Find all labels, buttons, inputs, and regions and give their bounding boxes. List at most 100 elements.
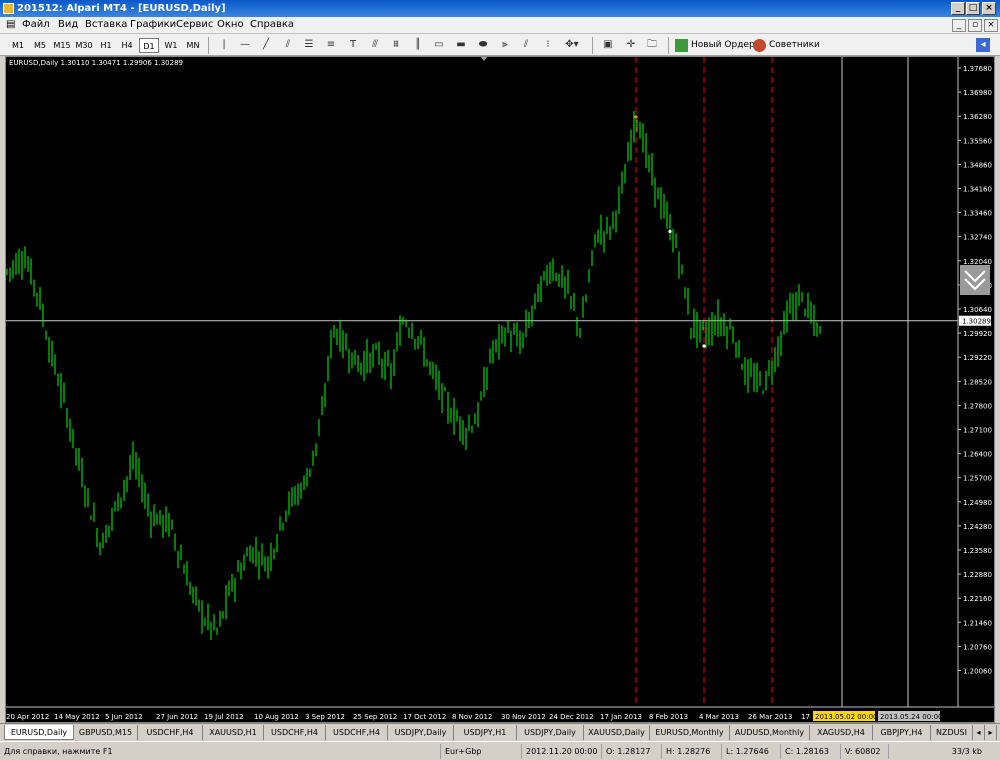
rectangle-outline-icon[interactable]: ▭	[432, 38, 446, 52]
price-tick-label: 1.32740	[963, 234, 992, 242]
grid-icon[interactable]: ☰	[302, 38, 316, 52]
tab-chart[interactable]: AUDUSD,Monthly	[730, 725, 810, 740]
menu-window[interactable]: Окно	[217, 19, 244, 30]
menu-help[interactable]: Справка	[250, 19, 294, 30]
order-marker	[702, 344, 706, 348]
tab-chart[interactable]: XAGUSD,H4	[810, 725, 873, 740]
date-tick-label: 25 Sep 2012	[353, 713, 397, 721]
close-button[interactable]: ×	[982, 2, 996, 15]
window-title-bar: 201512: Alpari MT4 - [EURUSD,Daily] _ □ …	[0, 0, 1000, 17]
timeframe-mn[interactable]: MN	[183, 38, 203, 53]
mdi-restore-button[interactable]: ▫	[968, 19, 982, 32]
fibo-channel-icon[interactable]: ⫽	[519, 38, 533, 52]
price-tick-label: 1.32040	[963, 258, 992, 266]
symbol-info: EURUSD,Daily 1.30110 1.30471 1.29906 1.3…	[9, 59, 183, 67]
tab-chart[interactable]: USDCHF,H4	[138, 725, 203, 740]
timeframe-w1[interactable]: W1	[161, 38, 181, 53]
tab-chart[interactable]: USDJPY,Daily	[517, 725, 584, 740]
toolbar-separator	[592, 37, 593, 54]
new-order-label: Новый Ордер	[691, 40, 755, 50]
status-bar: Для справки, нажмите F1 Eur+Gbp 2012.11.…	[0, 741, 1000, 760]
menu-bar: ▤ Файл Вид Вставка Графики Сервис Окно С…	[0, 17, 1000, 34]
price-tick-label: 1.37680	[963, 65, 992, 73]
text-icon[interactable]: T	[346, 38, 360, 52]
status-low: L: 1.27646	[721, 744, 769, 759]
menu-insert[interactable]: Вставка	[85, 19, 127, 30]
price-tick-label: 1.20060	[963, 668, 992, 676]
tab-chart[interactable]: EURUSD,Monthly	[650, 725, 730, 740]
tab-chart[interactable]: XAUUSD,H1	[203, 725, 264, 740]
price-tick-label: 1.20760	[963, 643, 992, 651]
date-tick-label: 17 Oct 2012	[403, 713, 446, 721]
date-tick-label: 27 Jun 2012	[156, 713, 198, 721]
date-tick-label: 3 Sep 2012	[305, 713, 345, 721]
date-tick-label: 10 Aug 2012	[254, 713, 299, 721]
date-tick-label: 24 Dec 2012	[549, 713, 594, 721]
date-tick-label: 8 Nov 2012	[452, 713, 492, 721]
timeframe-d1[interactable]: D1	[139, 38, 159, 53]
mdi-minimize-button[interactable]: _	[952, 19, 966, 32]
equidistant-channel-icon[interactable]: ≡	[324, 38, 338, 52]
menu-charts[interactable]: Графики	[130, 19, 176, 30]
timeframe-h4[interactable]: H4	[117, 38, 137, 53]
tab-chart[interactable]: NZDUSI	[931, 725, 973, 740]
window-toggle-icon[interactable]: ◂	[976, 38, 990, 52]
timeframe-m30[interactable]: M30	[74, 38, 94, 53]
toolbar: M1 M5 M15 M30 H1 H4 D1 W1 MN | — ╱ ⫽ ☰ ≡…	[0, 34, 1000, 56]
tab-scroll-right-icon[interactable]: ▸	[985, 725, 997, 740]
timeframe-m15[interactable]: M15	[52, 38, 72, 53]
date-tick-label: 17 Jan 2013	[600, 713, 642, 721]
chart-window-icon[interactable]: ▣	[601, 38, 615, 52]
tab-chart[interactable]: XAUUSD,Daily	[584, 725, 650, 740]
timeframe-m1[interactable]: M1	[8, 38, 28, 53]
date-tick-label: 14 May 2012	[54, 713, 100, 721]
cursor-icon[interactable]: |	[217, 38, 231, 52]
timeframe-m5[interactable]: M5	[30, 38, 50, 53]
price-chart[interactable]: 1.37680 1.36980 1.36280 1.35560 1.34860 1.341…	[5, 56, 995, 723]
rectangle-icon[interactable]: ▬	[454, 38, 468, 52]
menu-file[interactable]: Файл	[22, 19, 50, 30]
price-tick-label: 1.26400	[963, 451, 992, 459]
crosshair-icon[interactable]: ✛	[624, 38, 638, 52]
menu-file-icon: ▤	[6, 19, 16, 30]
fan-icon[interactable]: ⫽	[281, 38, 295, 52]
mdi-close-button[interactable]: ×	[984, 19, 998, 32]
tab-chart[interactable]: USDJPY,H1	[454, 725, 517, 740]
tab-chart[interactable]: GBPJPY,H4	[873, 725, 931, 740]
price-tick-label: 1.33460	[963, 210, 992, 218]
new-order-button[interactable]: Новый Ордер	[675, 37, 755, 54]
chart-tabs: EURUSD,Daily GBPUSD,M15 USDCHF,H4 XAUUSD…	[0, 723, 1000, 741]
trendline-icon[interactable]: ╱	[259, 38, 273, 52]
pitchfork-icon[interactable]: ⫸	[498, 38, 512, 52]
folder-icon[interactable]: 🗀	[645, 38, 659, 52]
menu-tools[interactable]: Сервис	[176, 19, 213, 30]
more-tools-icon[interactable]: ✥▾	[565, 38, 579, 52]
ellipse-icon[interactable]: ⬬	[476, 38, 490, 52]
price-tick-label: 1.28520	[963, 378, 992, 386]
chart-shift-marker	[481, 57, 487, 61]
tab-chart[interactable]: USDCHF,H4	[264, 725, 326, 740]
price-tick-label: 1.24280	[963, 523, 992, 531]
arrows-icon[interactable]: ⁝	[541, 38, 555, 52]
fibo-levels-icon[interactable]: ⩩	[389, 38, 403, 52]
status-help: Для справки, нажмите F1	[4, 747, 113, 756]
price-tick-label: 1.23580	[963, 547, 992, 555]
tab-chart[interactable]: USDJPY,Daily	[388, 725, 454, 740]
fibo-fan-icon[interactable]: ⫻	[368, 38, 382, 52]
expert-advisors-button[interactable]: Советники	[753, 37, 820, 54]
tab-chart[interactable]: EURUSD,Daily	[4, 725, 74, 740]
status-volume: V: 60802	[840, 744, 881, 759]
horizontal-line-icon[interactable]: —	[238, 38, 252, 52]
tab-scroll-left-icon[interactable]: ◂	[973, 725, 985, 740]
tab-chart[interactable]: GBPUSD,M15	[74, 725, 138, 740]
tab-chart[interactable]: USDCHF,H4	[326, 725, 388, 740]
price-tick-label: 1.21460	[963, 619, 992, 627]
timeframe-h1[interactable]: H1	[96, 38, 116, 53]
status-open: O: 1.28127	[601, 744, 650, 759]
menu-view[interactable]: Вид	[58, 19, 78, 30]
price-tick-label: 1.36280	[963, 113, 992, 121]
cycle-lines-icon[interactable]: ║	[411, 38, 425, 52]
maximize-button[interactable]: □	[966, 2, 980, 15]
minimize-button[interactable]: _	[951, 2, 965, 15]
toolbar-separator	[208, 37, 209, 54]
